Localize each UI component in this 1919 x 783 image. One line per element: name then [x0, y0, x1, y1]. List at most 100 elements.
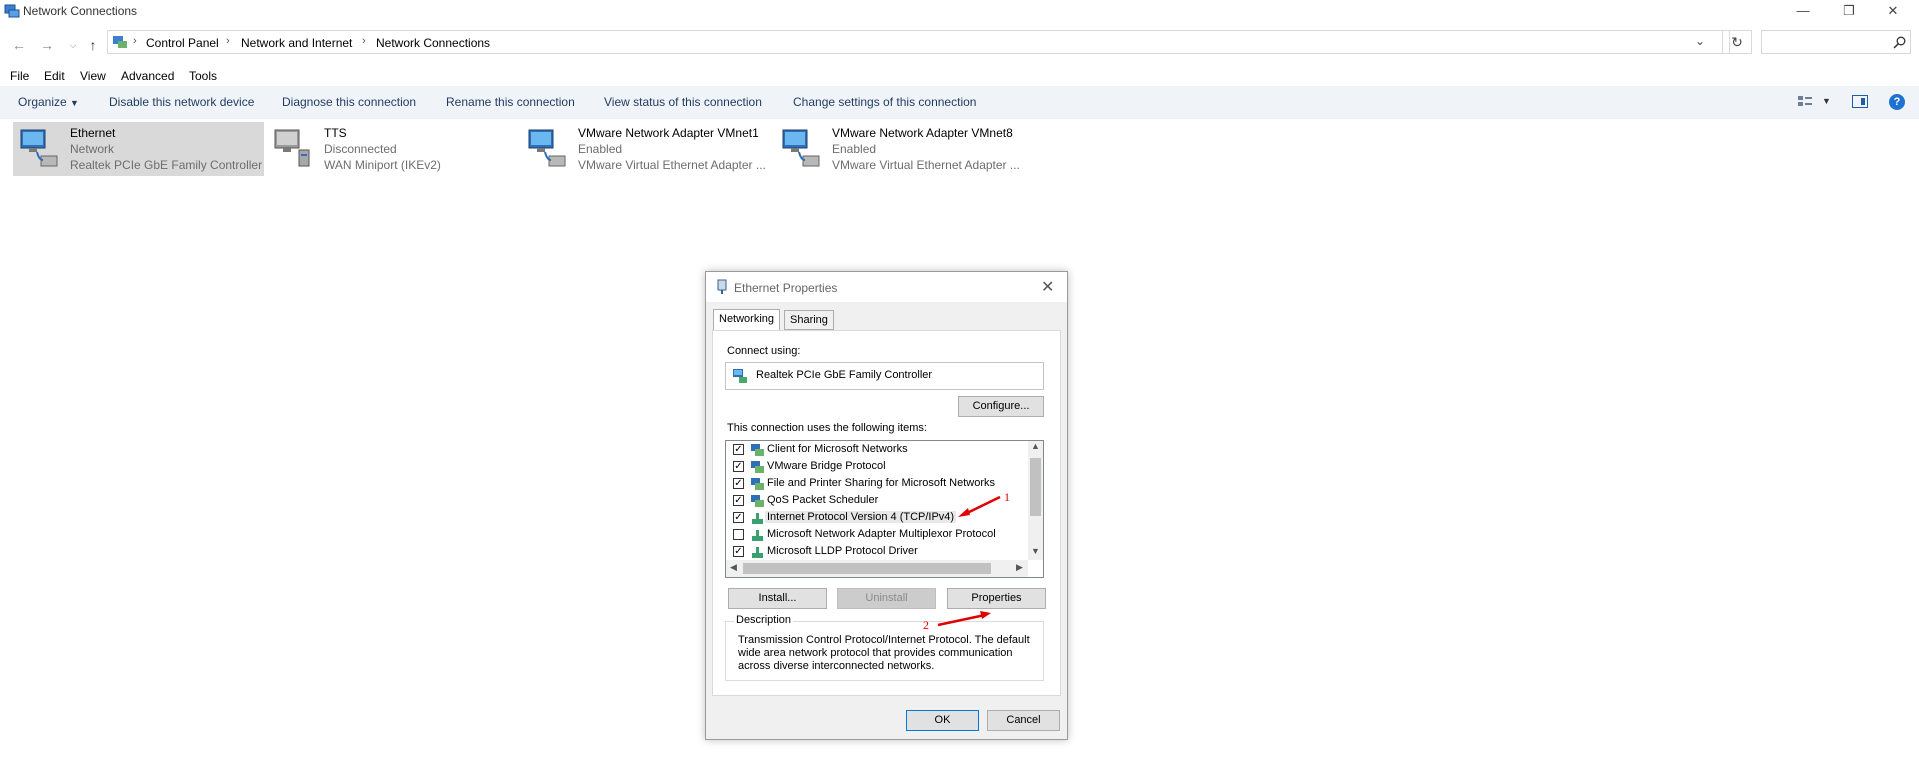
scrollbar-thumb[interactable]: [1030, 458, 1041, 516]
checkbox-checked[interactable]: ✓: [733, 495, 744, 506]
breadcrumb-network-connections[interactable]: Network Connections: [376, 36, 490, 50]
dialog-title-bar: Ethernet Properties ✕: [706, 272, 1067, 302]
scroll-up-icon[interactable]: ▲: [1031, 441, 1040, 451]
item-label: QoS Packet Scheduler: [767, 494, 879, 506]
item-label: Microsoft LLDP Protocol Driver: [767, 545, 918, 557]
connection-item-ethernet[interactable]: Ethernet Network Realtek PCIe GbE Family…: [13, 122, 264, 176]
menu-advanced[interactable]: Advanced: [121, 69, 174, 83]
configure-button[interactable]: Configure...: [958, 396, 1044, 417]
restore-icon[interactable]: ❐: [1827, 0, 1871, 22]
scroll-down-icon[interactable]: ▼: [1031, 546, 1040, 556]
vertical-scrollbar[interactable]: ▲ ▼: [1028, 441, 1043, 560]
forward-arrow-icon[interactable]: →: [36, 34, 58, 56]
menu-file[interactable]: File: [10, 69, 29, 83]
scrollbar-thumb[interactable]: [743, 563, 991, 574]
up-arrow-icon[interactable]: ↑: [82, 34, 104, 56]
network-adapter-icon: [733, 369, 747, 383]
connection-device: WAN Miniport (IKEv2): [324, 158, 441, 172]
chevron-down-icon[interactable]: ⌄: [1695, 34, 1705, 48]
annotation-arrow-2: [937, 611, 991, 627]
item-label: File and Printer Sharing for Microsoft N…: [767, 477, 996, 489]
search-input[interactable]: [1761, 30, 1911, 54]
title-bar: Network Connections — ❐ ✕: [0, 0, 1919, 22]
network-adapter-icon: [782, 129, 820, 167]
breadcrumb-control-panel[interactable]: Control Panel: [146, 36, 219, 50]
tab-networking[interactable]: Networking: [713, 309, 781, 331]
recent-locations-chevron-icon[interactable]: ⌵: [62, 34, 84, 56]
search-icon: [1893, 36, 1906, 49]
item-label: VMware Bridge Protocol: [767, 460, 886, 472]
breadcrumb-separator-icon: ›: [133, 35, 137, 47]
item-label: Client for Microsoft Networks: [767, 443, 908, 455]
list-item[interactable]: ✓ Microsoft LLDP Protocol Driver: [726, 544, 1026, 561]
rename-connection-button[interactable]: Rename this connection: [446, 95, 575, 109]
back-arrow-icon[interactable]: ←: [8, 34, 30, 56]
item-label: Microsoft Network Adapter Multiplexor Pr…: [767, 528, 996, 540]
breadcrumb-separator-icon: ›: [362, 35, 366, 47]
connect-using-label: Connect using:: [727, 345, 801, 357]
checkbox-checked[interactable]: ✓: [733, 461, 744, 472]
connection-item-vmnet8[interactable]: VMware Network Adapter VMnet8 Enabled VM…: [775, 122, 1025, 176]
scroll-right-icon[interactable]: ▶: [1016, 562, 1023, 573]
diagnose-connection-button[interactable]: Diagnose this connection: [282, 95, 416, 109]
checkbox-unchecked[interactable]: [733, 529, 744, 540]
service-network-icon: [751, 495, 764, 507]
scroll-left-icon[interactable]: ◀: [730, 562, 737, 573]
close-icon[interactable]: ✕: [1041, 277, 1054, 297]
view-dropdown-arrow-icon[interactable]: ▼: [1822, 96, 1831, 106]
address-bar[interactable]: › Control Panel › Network and Internet ›…: [107, 30, 1730, 54]
description-text: Transmission Control Protocol/Internet P…: [738, 634, 1030, 672]
install-button[interactable]: Install...: [728, 588, 827, 609]
horizontal-scrollbar[interactable]: ◀ ▶: [726, 560, 1028, 577]
list-item[interactable]: ✓ VMware Bridge Protocol: [726, 459, 1026, 476]
refresh-icon[interactable]: ↻: [1722, 30, 1752, 54]
list-item[interactable]: Microsoft Network Adapter Multiplexor Pr…: [726, 527, 1026, 544]
disable-device-button[interactable]: Disable this network device: [109, 95, 254, 109]
checkbox-checked[interactable]: ✓: [733, 546, 744, 557]
network-adapter-icon: [528, 129, 566, 167]
menu-edit[interactable]: Edit: [44, 69, 65, 83]
organize-label: Organize: [18, 95, 67, 109]
connection-device: Realtek PCIe GbE Family Controller: [70, 158, 263, 172]
address-row: ← → ⌵ ↑ › Control Panel › Network and In…: [0, 30, 1919, 60]
ok-button[interactable]: OK: [906, 710, 979, 731]
control-panel-icon: [113, 36, 127, 48]
network-connections-icon: [4, 4, 20, 18]
minimize-icon[interactable]: —: [1781, 0, 1825, 22]
connection-status: Disconnected: [324, 142, 397, 156]
breadcrumb-network-and-internet[interactable]: Network and Internet: [241, 36, 352, 50]
item-label: Internet Protocol Version 4 (TCP/IPv4): [765, 511, 957, 523]
dialog-title: Ethernet Properties: [734, 281, 838, 295]
close-icon[interactable]: ✕: [1871, 0, 1915, 22]
tab-sharing[interactable]: Sharing: [784, 310, 834, 330]
cancel-button[interactable]: Cancel: [987, 710, 1060, 731]
change-settings-button[interactable]: Change settings of this connection: [793, 95, 976, 109]
connection-item-tts[interactable]: TTS Disconnected WAN Miniport (IKEv2): [267, 122, 467, 176]
checkbox-checked[interactable]: ✓: [733, 444, 744, 455]
connection-item-vmnet1[interactable]: VMware Network Adapter VMnet1 Enabled VM…: [521, 122, 771, 176]
client-network-icon: [751, 444, 764, 456]
protocol-icon: [752, 530, 763, 541]
organize-button[interactable]: Organize ▼: [18, 95, 79, 109]
items-label: This connection uses the following items…: [727, 422, 927, 434]
checkbox-checked[interactable]: ✓: [733, 512, 744, 523]
menu-tools[interactable]: Tools: [189, 69, 217, 83]
menu-view[interactable]: View: [80, 69, 106, 83]
list-item[interactable]: ✓ Client for Microsoft Networks: [726, 442, 1026, 459]
protocol-icon: [752, 513, 763, 524]
adapter-name: Realtek PCIe GbE Family Controller: [756, 369, 933, 381]
service-network-icon: [751, 478, 764, 490]
properties-button[interactable]: Properties: [947, 588, 1046, 609]
network-adapter-icon: [20, 129, 58, 167]
connection-status: Enabled: [578, 142, 623, 156]
checkbox-checked[interactable]: ✓: [733, 478, 744, 489]
preview-pane-icon[interactable]: [1852, 95, 1868, 108]
uninstall-button: Uninstall: [837, 588, 936, 609]
connection-status: Enabled: [832, 142, 877, 156]
wan-miniport-icon: [274, 129, 310, 167]
help-icon[interactable]: ?: [1889, 94, 1905, 110]
connection-name: VMware Network Adapter VMnet8: [832, 126, 1013, 140]
view-options-icon[interactable]: [1797, 94, 1813, 108]
view-status-button[interactable]: View status of this connection: [604, 95, 762, 109]
ethernet-port-icon: [717, 279, 727, 294]
